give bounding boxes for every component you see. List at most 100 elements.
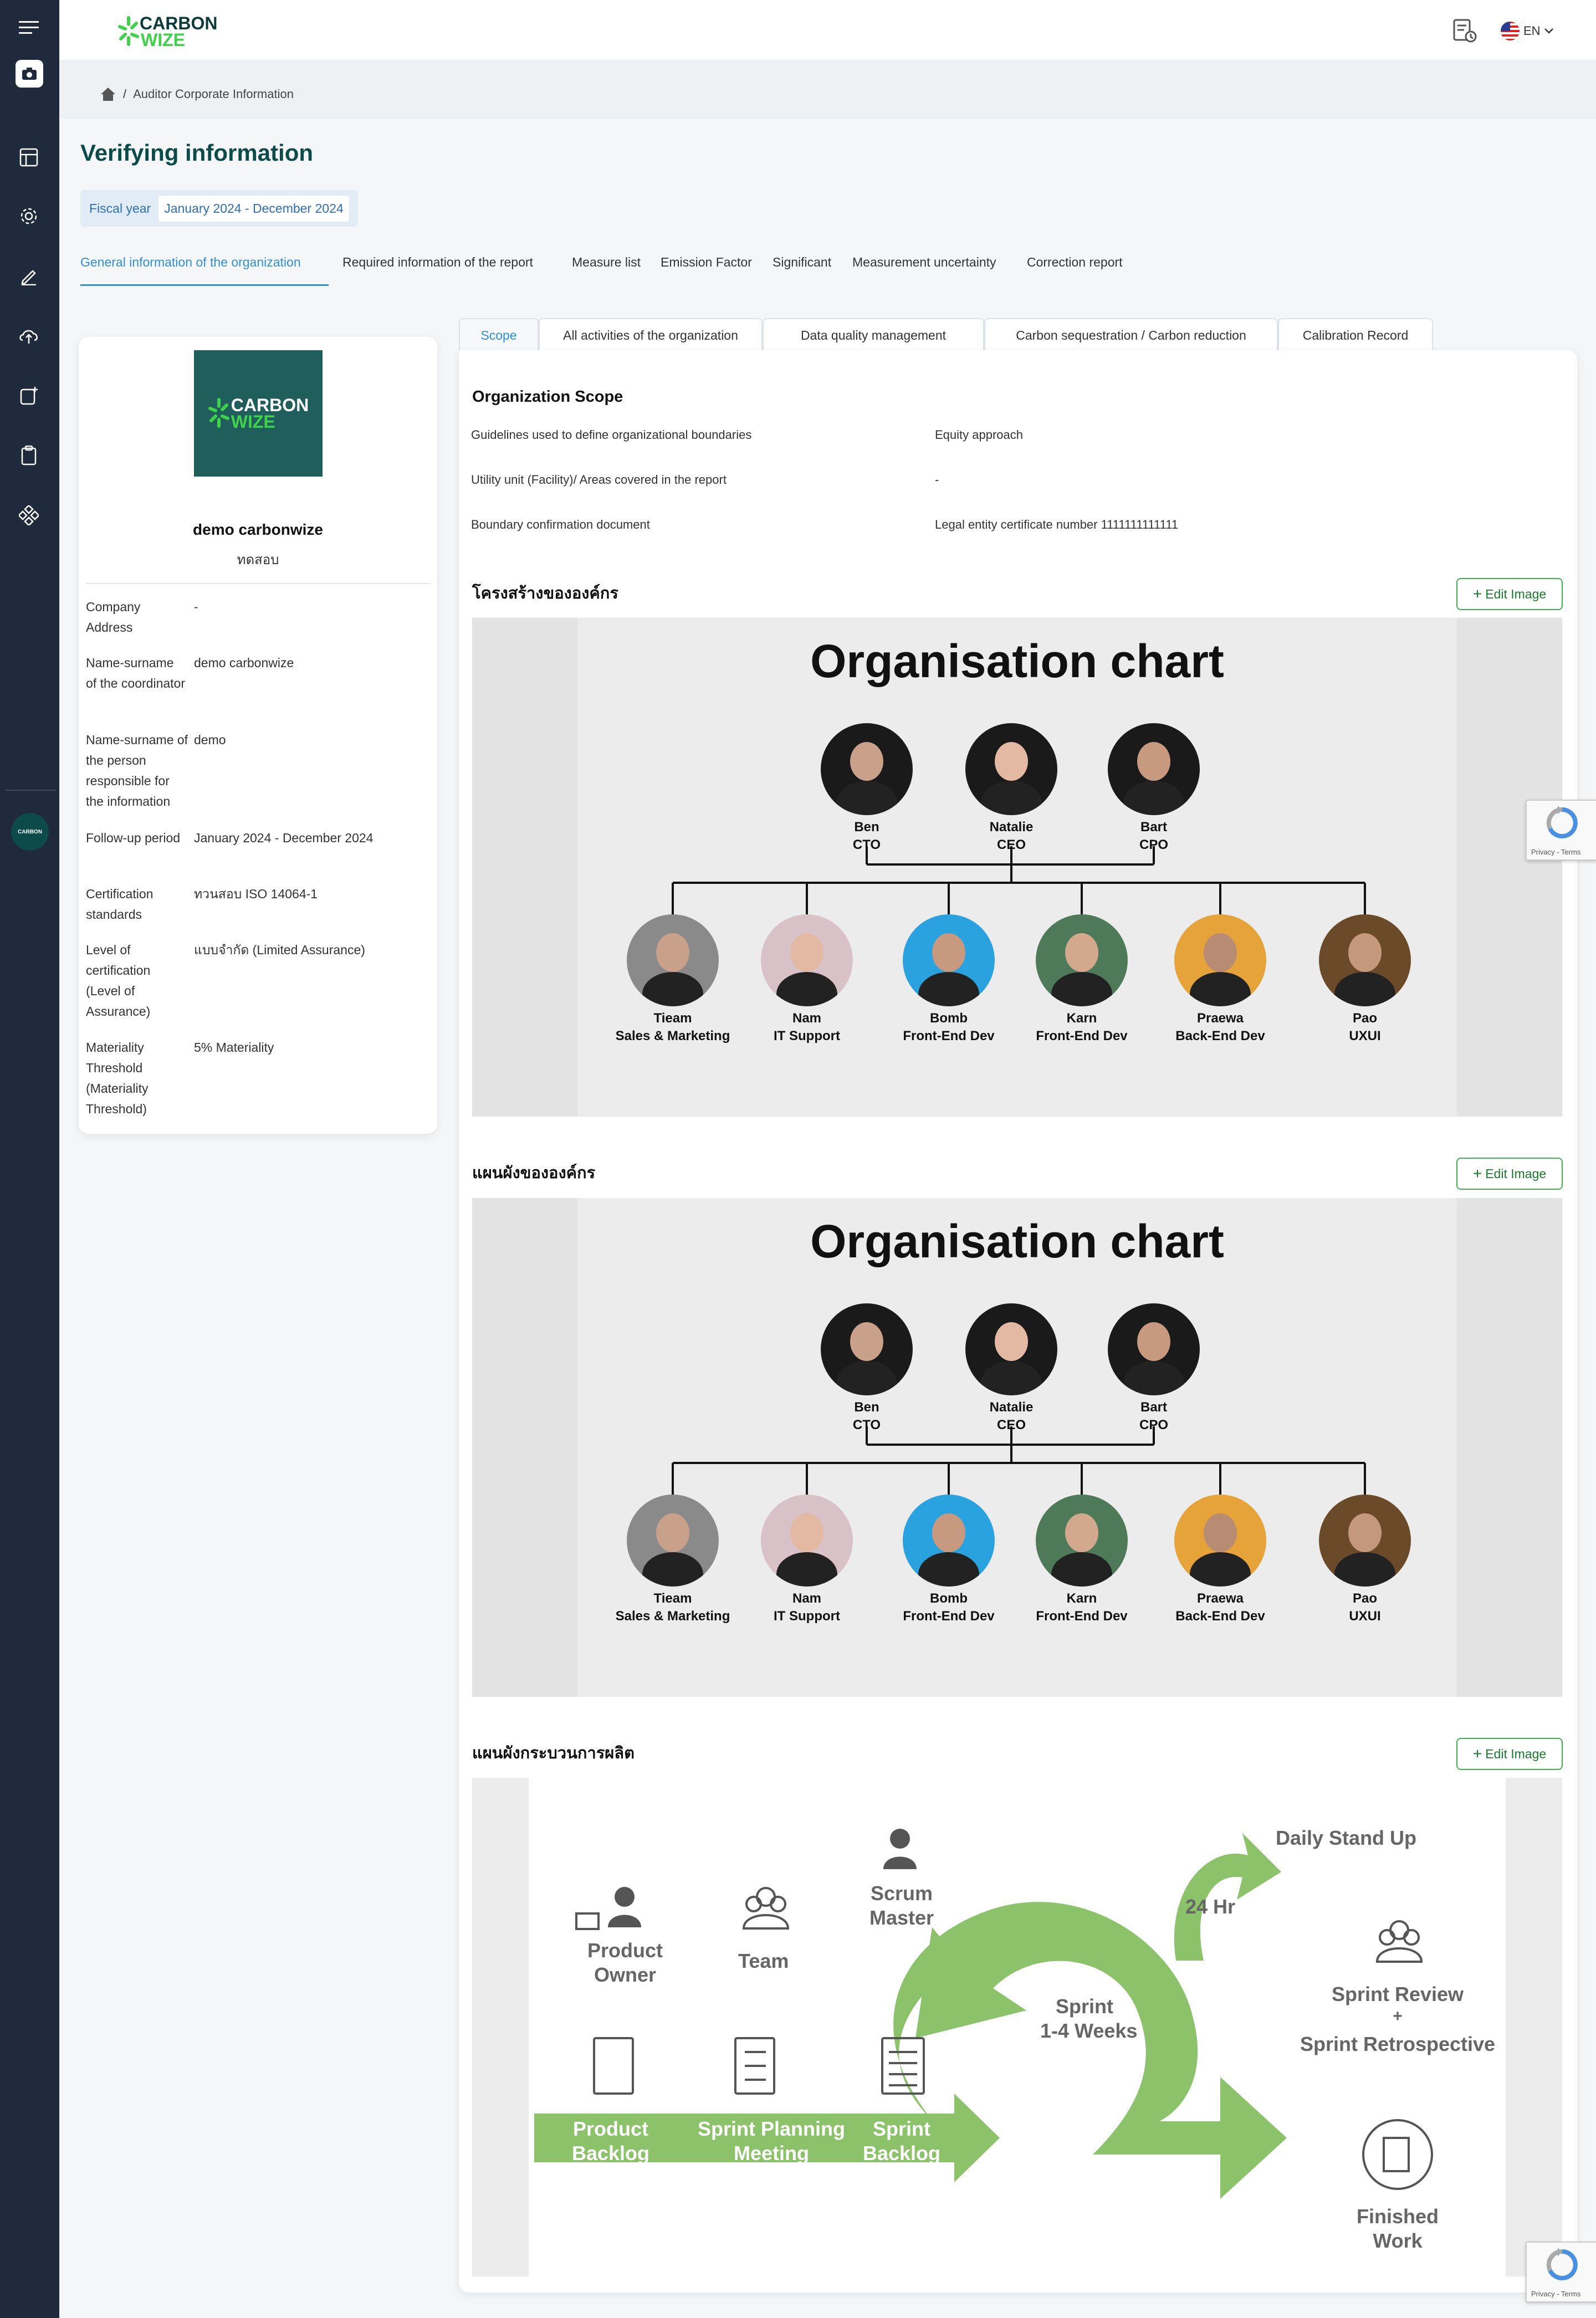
gear-icon[interactable] [13, 201, 44, 232]
recaptcha-badge[interactable]: Privacy - Terms [1526, 800, 1596, 861]
briefcase-icon [575, 1912, 600, 1930]
person-photo [821, 1303, 913, 1395]
person-photo [903, 1495, 995, 1587]
fiscal-year-value: January 2024 - December 2024 [158, 195, 349, 222]
person-photo [1174, 1495, 1266, 1587]
page-title: Verifying information [80, 140, 314, 166]
subtab-data-quality[interactable]: Data quality management [763, 318, 984, 351]
field-label: Follow-up period [86, 831, 181, 845]
edit-image-button[interactable]: + Edit Image [1456, 1738, 1563, 1770]
person-role: CEO [996, 837, 1026, 852]
plus-icon: + [1472, 1745, 1482, 1762]
label-sprint: Sprint [1056, 1995, 1113, 2018]
recaptcha-badge[interactable]: Privacy - Terms [1526, 2242, 1596, 2302]
sidebar: CARBON [0, 0, 59, 2318]
tab-required-information[interactable]: Required information of the report [342, 255, 533, 270]
person-name: Praewa [1196, 1011, 1244, 1026]
breadcrumb-current: Auditor Corporate Information [133, 87, 294, 101]
document-add-icon[interactable] [13, 380, 44, 411]
edit-image-button[interactable]: + Edit Image [1456, 578, 1563, 610]
label-product-owner: Product Owner [587, 1939, 663, 1986]
tab-correction-report[interactable]: Correction report [1027, 255, 1123, 270]
logo-line2: WIZE [231, 412, 275, 432]
edit-icon[interactable] [13, 260, 44, 291]
finished-work-icon [1362, 2119, 1433, 2190]
person-role: CPO [1139, 837, 1168, 852]
logo-spark-icon [118, 16, 139, 46]
person-name: Bart [1140, 1400, 1167, 1415]
label-sprint-weeks: 1-4 Weeks [1040, 2019, 1138, 2042]
edit-image-label: Edit Image [1485, 586, 1547, 601]
tab-general-information[interactable]: General information of the organization [80, 255, 301, 270]
section-title-chart: แผนผังขององค์กร [472, 1164, 596, 1182]
tab-significant[interactable]: Significant [773, 255, 831, 270]
tab-measure-list[interactable]: Measure list [572, 255, 641, 270]
label-sprint-review: Sprint Review [1331, 1983, 1464, 2005]
scope-row-value: Equity approach [935, 428, 1023, 442]
chevron-down-icon [1544, 28, 1553, 34]
org-structure-image: Organisation chart Ben CTO Natalie CEO Bart CP… [472, 618, 1562, 1117]
tab-emission-factor[interactable]: Emission Factor [661, 255, 752, 270]
process-diagram [534, 1829, 1433, 2199]
person-photo [821, 723, 913, 815]
layout-icon[interactable] [13, 142, 44, 173]
person-role: IT Support [774, 1028, 840, 1043]
language-selector[interactable]: EN [1500, 21, 1554, 41]
label-product-backlog: Product Backlog [571, 2117, 650, 2165]
network-icon[interactable] [13, 500, 44, 531]
label-scrum-master: Scrum Master [869, 1882, 934, 1929]
recaptcha-icon [1546, 2248, 1578, 2280]
field-label: Name-surname of the person responsible f… [86, 733, 188, 809]
recaptcha-caption: Privacy - Terms [1531, 848, 1581, 856]
edit-image-label: Edit Image [1485, 1166, 1547, 1181]
company-subtitle: ทดสอบ [237, 552, 279, 567]
camera-icon[interactable] [16, 60, 43, 88]
person-photo [1036, 914, 1128, 1006]
scope-row-value: - [935, 473, 939, 487]
tab-measurement-uncertainty[interactable]: Measurement uncertainty [852, 255, 996, 270]
person-name: Pao [1352, 1591, 1377, 1606]
avatar[interactable]: CARBON [11, 813, 49, 851]
person-photo [627, 914, 719, 1006]
section-title-structure: โครงสร้างขององค์กร [472, 585, 618, 602]
home-icon[interactable] [100, 86, 116, 102]
person-photo [1319, 914, 1411, 1006]
person-role: CPO [1139, 1418, 1168, 1432]
scope-row-label: Boundary confirmation document [471, 518, 650, 531]
person-name: Nam [792, 1591, 822, 1606]
menu-icon[interactable] [13, 12, 44, 43]
person-name: Ben [854, 1400, 879, 1415]
recaptcha-caption: Privacy - Terms [1531, 2290, 1581, 2298]
person-photo [1319, 1495, 1411, 1587]
person-name: Natalie [989, 1400, 1034, 1415]
company-name: demo carbonwize [193, 521, 323, 538]
person-photo [1108, 1303, 1200, 1395]
team-icon [756, 1887, 776, 1907]
avatar-logo-text: CARBON [18, 828, 42, 835]
field-value: แบบจำกัด (Limited Assurance) [194, 943, 365, 957]
report-icon[interactable] [1452, 18, 1479, 47]
field-value: January 2024 - December 2024 [194, 831, 374, 845]
fiscal-year-label: Fiscal year [89, 201, 151, 216]
scope-row-label: Utility unit (Facility)/ Areas covered i… [471, 473, 727, 487]
subtab-all-activities[interactable]: All activities of the organization [539, 318, 763, 351]
breadcrumb: / Auditor Corporate Information [100, 84, 294, 104]
subtab-scope[interactable]: Scope [459, 318, 539, 351]
subtab-carbon-sequestration[interactable]: Carbon sequestration / Carbon reduction [984, 318, 1278, 351]
us-flag-icon [1501, 22, 1520, 40]
person-name: Ben [854, 820, 879, 835]
person-name: Natalie [989, 820, 1034, 835]
org-chart-image: Organisation chart Ben CTO Natalie CEO Bart CP… [472, 1198, 1562, 1697]
person-photo [761, 1495, 853, 1587]
clipboard-icon[interactable] [13, 440, 44, 471]
cloud-upload-icon[interactable] [13, 320, 44, 351]
section-title-process: แผนผังกระบวนการผลิต [472, 1744, 635, 1762]
person-photo [1174, 914, 1266, 1006]
scope-row-label: Guidelines used to define organizational… [471, 428, 752, 442]
edit-image-button[interactable]: + Edit Image [1456, 1158, 1563, 1190]
subtab-calibration-record[interactable]: Calibration Record [1278, 318, 1433, 351]
breadcrumb-separator: / [123, 87, 127, 101]
scrum-master-icon [890, 1829, 910, 1849]
field-value: 5% Materiality [194, 1040, 274, 1055]
label-sprint-retrospective: Sprint Retrospective [1300, 2033, 1496, 2055]
